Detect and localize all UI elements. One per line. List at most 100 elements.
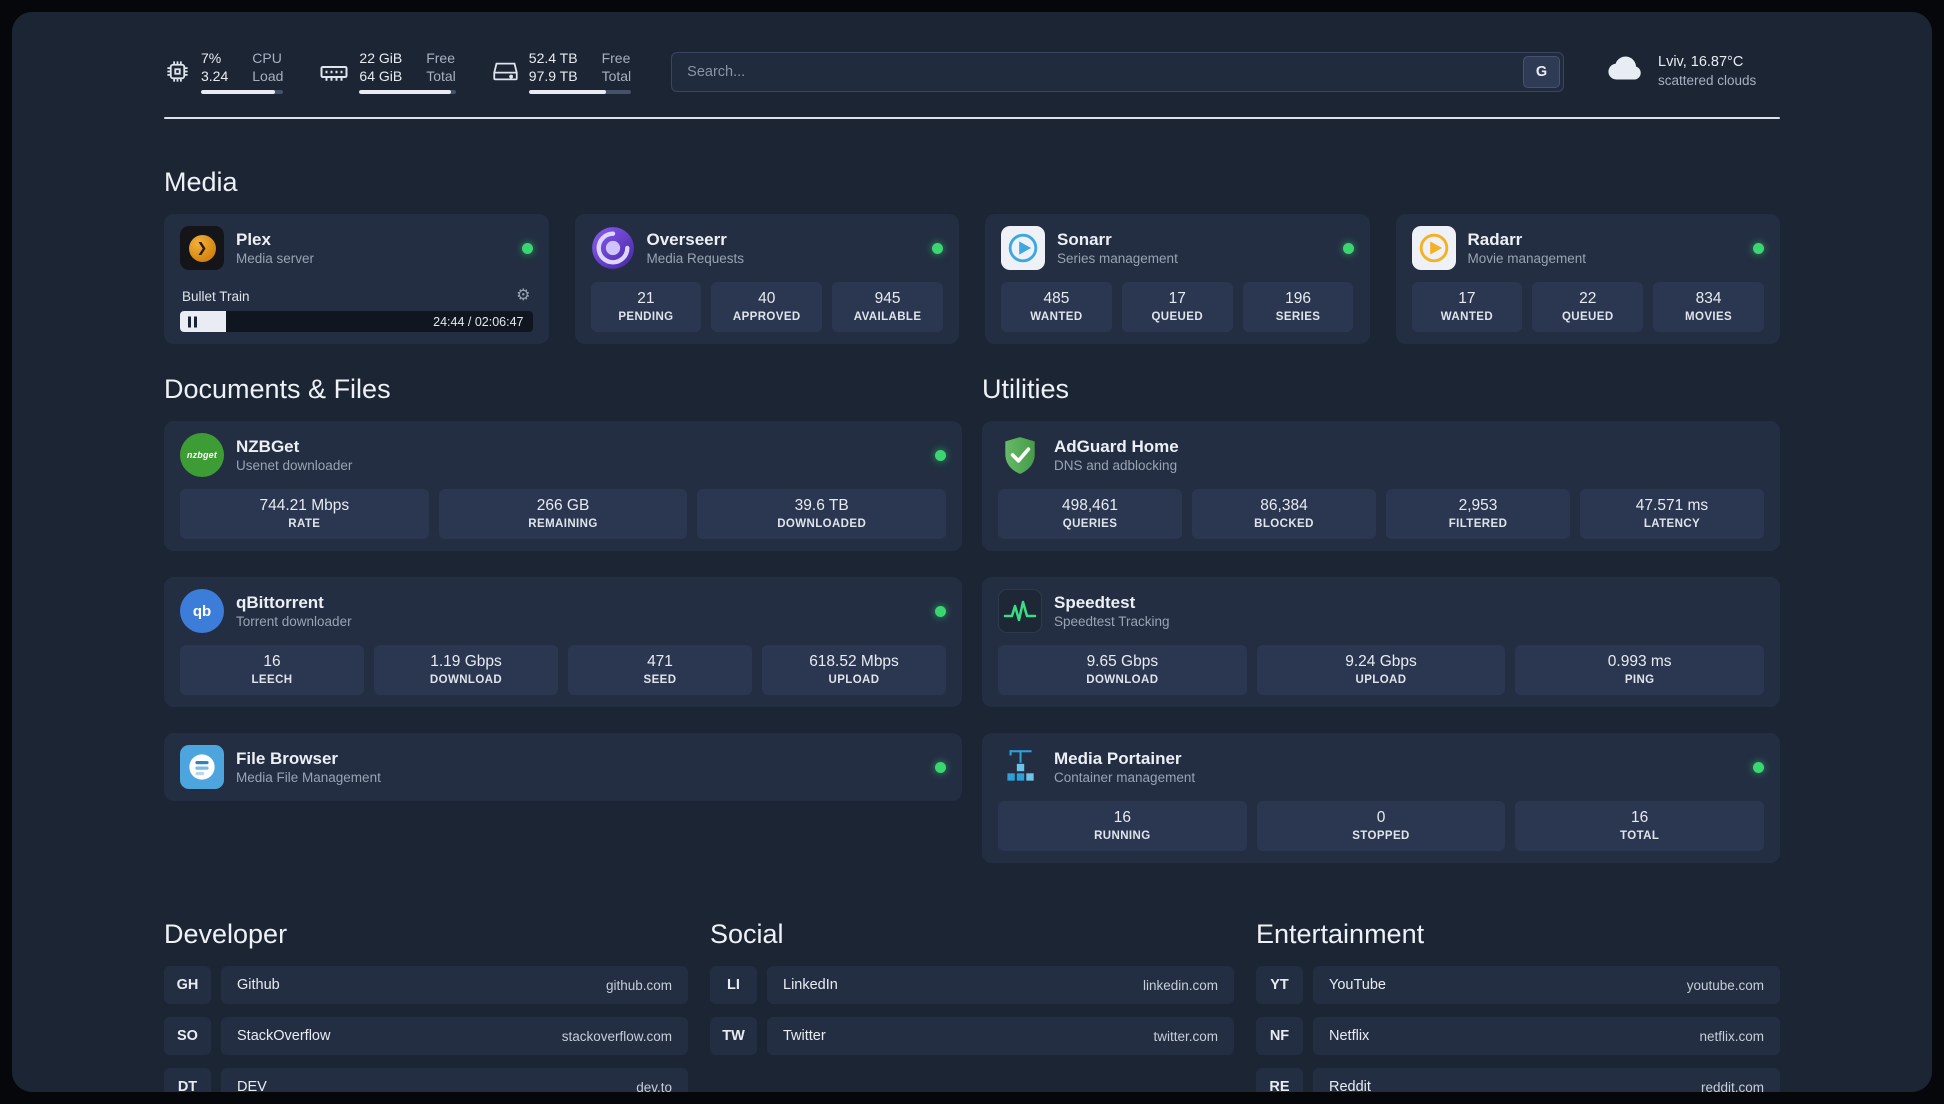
playback-progress-bar[interactable]: 24:44 / 02:06:47 [180, 311, 533, 332]
stat-value: 9.65 Gbps [1086, 653, 1159, 670]
link-name: LinkedIn [783, 977, 838, 993]
link-name: StackOverflow [237, 1028, 331, 1044]
status-indicator [935, 761, 946, 773]
weather-location: Lviv, 16.87°C [1658, 54, 1744, 70]
app-name: Media Portainer [1054, 748, 1182, 768]
stat-value: 2,953 [1458, 497, 1498, 514]
app-card-sonarr[interactable]: Sonarr Series management 485 WANTED 17 Q… [985, 214, 1370, 344]
playback-progress-fill [180, 311, 226, 332]
stat-label: PENDING [618, 311, 674, 323]
link-section-entertainment: Entertainment YT YouTube youtube.com NF … [1256, 919, 1780, 1092]
link-abbr-badge[interactable]: GH [164, 966, 211, 1004]
app-card-media-portainer[interactable]: Media Portainer Container management 16 … [982, 733, 1780, 863]
system-stats: 7% CPU 3.24 Load 22 GiB Free 64 GiB Tota… [164, 49, 632, 94]
search-bar[interactable]: G [671, 51, 1564, 92]
link-twitter: TW Twitter twitter.com [710, 1017, 1234, 1055]
app-stats: 16 RUNNING 0 STOPPED 16 TOTAL [998, 789, 1765, 851]
app-card-speedtest[interactable]: Speedtest Speedtest Tracking 9.65 Gbps D… [982, 577, 1780, 707]
app-card-file-browser[interactable]: File Browser Media File Management [164, 733, 962, 801]
stat-label: STOPPED [1352, 830, 1410, 842]
link-pill[interactable]: YouTube youtube.com [1313, 966, 1780, 1004]
stat-label: QUEUED [1561, 311, 1614, 323]
app-subtitle: Movie management [1467, 250, 1587, 266]
app-name: Sonarr [1057, 229, 1112, 249]
section-media: Media ❯ Plex Media server Bullet Train ⚙… [164, 167, 1780, 344]
app-card-overseerr[interactable]: Overseerr Media Requests 21 PENDING 40 A… [574, 214, 959, 344]
nzbget-icon: nzbget [180, 433, 224, 477]
app-name: qBittorrent [236, 592, 324, 612]
link-abbr-badge[interactable]: TW [710, 1017, 757, 1055]
disk-free-value: 52.4 TB [528, 49, 578, 66]
settings-gear-icon[interactable]: ⚙ [516, 288, 530, 304]
app-card-nzbget[interactable]: nzbget NZBGet Usenet downloader 744.21 M… [164, 421, 962, 551]
search-input[interactable] [672, 63, 1523, 80]
app-subtitle: Torrent downloader [236, 613, 352, 629]
link-pill[interactable]: Netflix netflix.com [1313, 1017, 1780, 1055]
speedtest-icon [998, 589, 1042, 633]
now-playing-title: Bullet Train [182, 288, 250, 304]
cpu-load-label: Load [252, 67, 284, 84]
stat-label: WANTED [1440, 311, 1494, 323]
link-abbr-badge[interactable]: NF [1256, 1017, 1303, 1055]
stat-value: 9.24 Gbps [1345, 653, 1417, 670]
link-youtube: YT YouTube youtube.com [1256, 966, 1780, 1004]
disk-progress-fill [528, 89, 606, 94]
link-section-developer: Developer GH Github github.com SO StackO… [164, 919, 688, 1092]
app-stats: 17 WANTED 22 QUEUED 834 MOVIES [1411, 270, 1765, 332]
stat-box: 9.65 Gbps DOWNLOAD [998, 645, 1247, 695]
app-name: File Browser [236, 748, 339, 768]
link-netflix: NF Netflix netflix.com [1256, 1017, 1780, 1055]
dashboard: 7% CPU 3.24 Load 22 GiB Free 64 GiB Tota… [12, 12, 1932, 1092]
stat-box: 17 WANTED [1411, 282, 1523, 332]
link-abbr-badge[interactable]: RE [1256, 1068, 1303, 1092]
search-engine-button[interactable]: G [1523, 55, 1560, 88]
stat-value: 16 [263, 653, 281, 670]
stat-box: 471 SEED [568, 645, 752, 695]
link-list: LI LinkedIn linkedin.com TW Twitter twit… [710, 966, 1234, 1055]
stat-label: WANTED [1030, 311, 1083, 323]
stat-value: 834 [1695, 290, 1722, 307]
stat-label: QUEUED [1151, 311, 1204, 323]
stat-value: 39.6 TB [794, 497, 849, 514]
link-section-title: Developer [164, 919, 288, 949]
link-abbr-badge[interactable]: YT [1256, 966, 1303, 1004]
link-pill[interactable]: StackOverflow stackoverflow.com [221, 1017, 688, 1055]
app-subtitle: Container management [1054, 769, 1196, 785]
stat-value: 471 [647, 653, 673, 670]
link-pill[interactable]: DEV dev.to [221, 1068, 688, 1092]
stat-value: 47.571 ms [1635, 497, 1709, 514]
stat-value: 21 [637, 290, 655, 307]
status-indicator [932, 242, 943, 254]
link-abbr-badge[interactable]: LI [710, 966, 757, 1004]
link-github: GH Github github.com [164, 966, 688, 1004]
link-pill[interactable]: Reddit reddit.com [1313, 1068, 1780, 1092]
cpu-widget: 7% CPU 3.24 Load [164, 50, 284, 94]
link-pill[interactable]: LinkedIn linkedin.com [767, 966, 1234, 1004]
link-abbr-badge[interactable]: DT [164, 1068, 211, 1092]
ram-total-value: 64 GiB [359, 67, 403, 84]
app-card-plex[interactable]: ❯ Plex Media server Bullet Train ⚙ 24:44… [164, 214, 549, 344]
app-card-radarr[interactable]: Radarr Movie management 17 WANTED 22 QUE… [1395, 214, 1780, 344]
status-indicator [935, 449, 946, 461]
app-card-qbittorrent[interactable]: qb qBittorrent Torrent downloader 16 LEE… [164, 577, 962, 707]
playback-time: 24:44 / 02:06:47 [433, 314, 524, 329]
link-name: Netflix [1329, 1028, 1370, 1044]
qbittorrent-icon: qb [180, 589, 224, 633]
stat-box: 0 STOPPED [1256, 801, 1506, 851]
section-title-media: Media [164, 167, 238, 197]
app-stats: 744.21 Mbps RATE 266 GB REMAINING 39.6 T… [180, 477, 947, 539]
link-pill[interactable]: Github github.com [221, 966, 688, 1004]
app-card-adguard-home[interactable]: AdGuard Home DNS and adblocking 498,461 … [982, 421, 1780, 551]
section-title-documents: Documents & Files [164, 374, 391, 404]
ram-icon [319, 57, 349, 87]
pause-button[interactable] [188, 316, 197, 327]
link-stackoverflow: SO StackOverflow stackoverflow.com [164, 1017, 688, 1055]
app-name: Speedtest [1054, 592, 1136, 612]
stat-box: 196 SERIES [1242, 282, 1354, 332]
stat-label: MOVIES [1685, 311, 1733, 323]
link-abbr-badge[interactable]: SO [164, 1017, 211, 1055]
link-url: reddit.com [1700, 1079, 1764, 1093]
stat-label: REMAINING [528, 518, 598, 530]
status-indicator [1753, 242, 1764, 254]
link-pill[interactable]: Twitter twitter.com [767, 1017, 1234, 1055]
